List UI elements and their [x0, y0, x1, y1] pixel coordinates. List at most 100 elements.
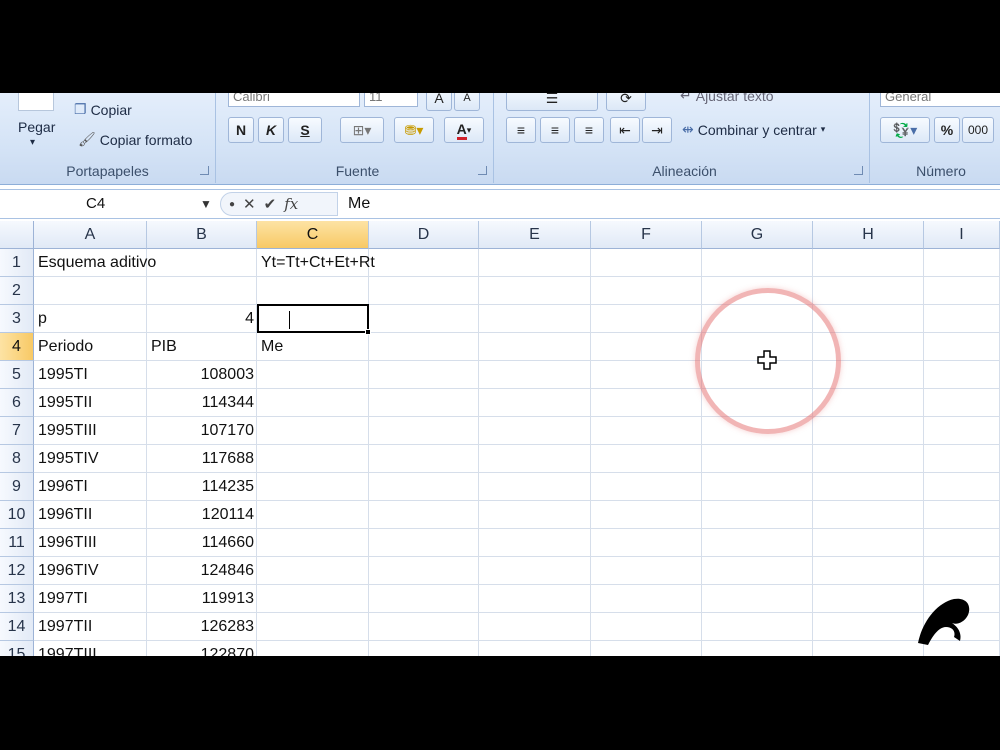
- row-header-2[interactable]: 2: [0, 277, 34, 305]
- cell-b7[interactable]: 107170: [147, 417, 257, 445]
- cell-c12[interactable]: [257, 557, 369, 585]
- column-header-f[interactable]: F: [591, 221, 702, 249]
- row-header-4[interactable]: 4: [0, 333, 34, 361]
- cell-a9[interactable]: 1996TI: [34, 473, 147, 501]
- cell-a12[interactable]: 1996TIV: [34, 557, 147, 585]
- cell-a2[interactable]: [34, 277, 147, 305]
- align-left-icon[interactable]: ≡: [506, 117, 536, 143]
- font-launcher-icon[interactable]: [478, 166, 487, 175]
- decrease-indent-icon[interactable]: ⇤: [610, 117, 640, 143]
- font-color-button[interactable]: A ▾: [444, 117, 484, 143]
- cell-c13[interactable]: [257, 585, 369, 613]
- cell-c4[interactable]: Me: [257, 333, 369, 361]
- row-header-14[interactable]: 14: [0, 613, 34, 641]
- cell-c11[interactable]: [257, 529, 369, 557]
- shrink-font-icon[interactable]: A: [454, 93, 480, 111]
- borders-icon[interactable]: ⊞▾: [340, 117, 384, 143]
- font-size-combo[interactable]: 11: [364, 93, 418, 107]
- cell-a6[interactable]: 1995TII: [34, 389, 147, 417]
- paste-dropdown-icon[interactable]: ▾: [30, 137, 35, 148]
- align-center-icon[interactable]: ≡: [540, 117, 570, 143]
- resize-handle-icon[interactable]: ●: [229, 199, 235, 210]
- column-header-a[interactable]: A: [34, 221, 147, 249]
- row-header-13[interactable]: 13: [0, 585, 34, 613]
- cell-c9[interactable]: [257, 473, 369, 501]
- cell-b12[interactable]: 124846: [147, 557, 257, 585]
- cell-b15[interactable]: 122870: [147, 641, 257, 656]
- enter-icon[interactable]: ✔: [264, 195, 277, 213]
- cell-a5[interactable]: 1995TI: [34, 361, 147, 389]
- cell-a13[interactable]: 1997TI: [34, 585, 147, 613]
- row-header-3[interactable]: 3: [0, 305, 34, 333]
- insert-function-icon[interactable]: fx: [284, 195, 298, 213]
- cell-b10[interactable]: 120114: [147, 501, 257, 529]
- row-header-10[interactable]: 10: [0, 501, 34, 529]
- column-header-i[interactable]: I: [924, 221, 1000, 249]
- thousands-button[interactable]: 000: [962, 117, 994, 143]
- cell-a15[interactable]: 1997TIII: [34, 641, 147, 656]
- cell-a11[interactable]: 1996TIII: [34, 529, 147, 557]
- column-header-e[interactable]: E: [479, 221, 591, 249]
- grow-font-icon[interactable]: A: [426, 93, 452, 111]
- cell-c2[interactable]: [257, 277, 369, 305]
- cell-b8[interactable]: 117688: [147, 445, 257, 473]
- cell-b4[interactable]: PIB: [147, 333, 257, 361]
- row-header-12[interactable]: 12: [0, 557, 34, 585]
- column-header-b[interactable]: B: [147, 221, 257, 249]
- fill-color-icon[interactable]: ⛃▾: [394, 117, 434, 143]
- cell-b1[interactable]: [147, 249, 257, 277]
- worksheet-grid[interactable]: ABCDEFGHI 1 2 3 4 5 6 7 8 9 10 11 12 13 14 15 Esquema …: [0, 221, 1000, 656]
- select-all-corner[interactable]: [0, 221, 34, 249]
- cell-a7[interactable]: 1995TIII: [34, 417, 147, 445]
- vertical-align-icons[interactable]: ☰: [506, 93, 598, 111]
- cell-c6[interactable]: [257, 389, 369, 417]
- cell-c5[interactable]: [257, 361, 369, 389]
- row-header-5[interactable]: 5: [0, 361, 34, 389]
- accounting-format-icon[interactable]: 💱▾: [880, 117, 930, 143]
- column-header-c[interactable]: C: [257, 221, 369, 249]
- cell-b13[interactable]: 119913: [147, 585, 257, 613]
- alignment-launcher-icon[interactable]: [854, 166, 863, 175]
- cell-a4[interactable]: Periodo: [34, 333, 147, 361]
- row-header-7[interactable]: 7: [0, 417, 34, 445]
- formula-input[interactable]: Me: [348, 192, 370, 216]
- cell-b3[interactable]: 4: [147, 305, 257, 333]
- cell-a1[interactable]: Esquema aditivo: [34, 249, 156, 277]
- number-format-combo[interactable]: General: [880, 93, 1000, 107]
- row-header-8[interactable]: 8: [0, 445, 34, 473]
- cell-b2[interactable]: [147, 277, 257, 305]
- wrap-text-button[interactable]: ↵ Ajustar texto: [680, 93, 774, 104]
- cell-c15[interactable]: [257, 641, 369, 656]
- cell-b5[interactable]: 108003: [147, 361, 257, 389]
- font-name-combo[interactable]: Calibri: [228, 93, 360, 107]
- format-painter-button[interactable]: 🖌 Copiar formato: [78, 131, 192, 148]
- cell-c7[interactable]: [257, 417, 369, 445]
- italic-button[interactable]: K: [258, 117, 284, 143]
- cell-c1[interactable]: Yt=Tt+Ct+Et+Rt: [257, 249, 375, 277]
- cell-a3[interactable]: p: [34, 305, 147, 333]
- column-header-g[interactable]: G: [702, 221, 813, 249]
- cell-b6[interactable]: 114344: [147, 389, 257, 417]
- bold-button[interactable]: N: [228, 117, 254, 143]
- row-header-1[interactable]: 1: [0, 249, 34, 277]
- column-header-h[interactable]: H: [813, 221, 924, 249]
- cell-c14[interactable]: [257, 613, 369, 641]
- cell-b11[interactable]: 114660: [147, 529, 257, 557]
- cancel-icon[interactable]: ✕: [243, 195, 256, 213]
- cell-c10[interactable]: [257, 501, 369, 529]
- cell-a10[interactable]: 1996TII: [34, 501, 147, 529]
- column-header-d[interactable]: D: [369, 221, 479, 249]
- row-header-11[interactable]: 11: [0, 529, 34, 557]
- name-box-dropdown-icon[interactable]: ▼: [200, 192, 212, 216]
- cell-c8[interactable]: [257, 445, 369, 473]
- fill-handle[interactable]: [365, 329, 371, 335]
- clipboard-launcher-icon[interactable]: [200, 166, 209, 175]
- merge-center-button[interactable]: ⇹ Combinar y centrar ▾: [682, 121, 825, 138]
- row-header-15[interactable]: 15: [0, 641, 34, 656]
- cell-a14[interactable]: 1997TII: [34, 613, 147, 641]
- percent-button[interactable]: %: [934, 117, 960, 143]
- copy-button[interactable]: ❐ Copiar: [74, 101, 132, 118]
- orientation-icon[interactable]: ⟳: [606, 93, 646, 111]
- underline-button[interactable]: S: [288, 117, 322, 143]
- name-box[interactable]: C4: [0, 192, 218, 216]
